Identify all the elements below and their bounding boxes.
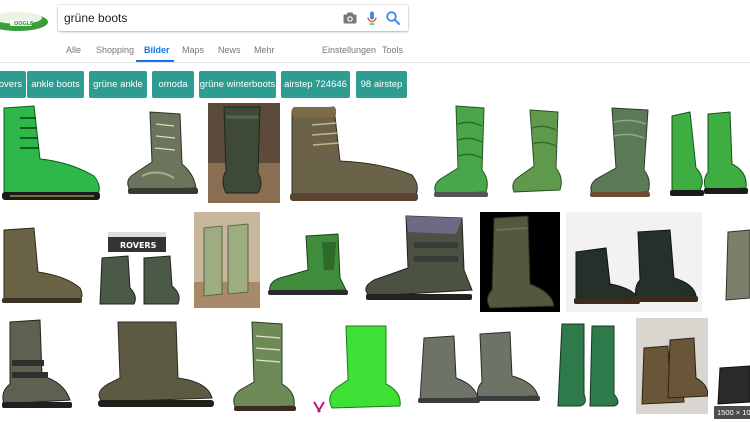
search-icon[interactable] xyxy=(385,10,401,26)
chip-gruene-winterboots[interactable]: grüne winterboots xyxy=(199,71,276,98)
image-result[interactable] xyxy=(356,212,476,310)
image-result[interactable] xyxy=(722,212,750,312)
image-result[interactable] xyxy=(0,212,86,308)
image-result[interactable] xyxy=(112,104,204,202)
partial-black-boot-image xyxy=(717,365,750,405)
image-result[interactable] xyxy=(264,212,350,308)
image-result[interactable] xyxy=(0,318,80,414)
green-leather-boot-image xyxy=(590,107,650,197)
olive-work-boot-image xyxy=(290,106,418,201)
green-chelsea-boot-image xyxy=(268,233,348,295)
tab-news[interactable]: News xyxy=(218,45,241,55)
olive-ankle-boot-image xyxy=(2,227,83,303)
green-slouch-boot-image xyxy=(434,105,488,197)
tab-alle[interactable]: Alle xyxy=(66,45,81,55)
rovers-boots-image: ROVERS xyxy=(99,232,180,305)
header-divider xyxy=(0,62,750,63)
image-result[interactable]: ROVERS xyxy=(94,212,184,308)
tab-tools[interactable]: Tools xyxy=(382,45,403,55)
chip-98-airstep[interactable]: 98 airstep xyxy=(356,71,407,98)
green-boot-image xyxy=(2,105,100,200)
rovers-label: ROVERS xyxy=(120,241,157,250)
image-result[interactable] xyxy=(666,104,750,202)
image-result[interactable] xyxy=(712,318,750,414)
olive-boot-image xyxy=(127,111,198,194)
chip-airstep-724646[interactable]: airstep 724646 xyxy=(281,71,350,98)
brown-hiking-boots-image xyxy=(641,337,708,405)
image-result[interactable] xyxy=(194,212,260,308)
black-combat-boots-image xyxy=(574,229,698,304)
image-result[interactable] xyxy=(480,212,560,312)
studded-boot-image xyxy=(2,319,72,408)
green-slouch-boot-image xyxy=(512,109,562,193)
chip-gruene-ankle[interactable]: grüne ankle xyxy=(89,71,147,98)
worn-green-boot-image xyxy=(208,106,280,203)
sheepskin-boots-image xyxy=(194,223,260,308)
tab-shopping[interactable]: Shopping xyxy=(96,45,134,55)
neon-green-boot-image xyxy=(310,325,401,414)
image-result[interactable] xyxy=(430,104,496,202)
tab-einstellungen[interactable]: Einstellungen xyxy=(322,45,376,55)
svg-text:OOGLE: OOGLE xyxy=(14,21,34,27)
image-result[interactable] xyxy=(306,318,406,414)
image-size-badge: 1500 × 1000 xyxy=(714,406,750,419)
image-result[interactable] xyxy=(286,103,422,205)
chip-ankle-boots[interactable]: ankle boots xyxy=(27,71,84,98)
image-result[interactable] xyxy=(506,104,572,202)
search-input[interactable] xyxy=(64,9,324,27)
image-result[interactable] xyxy=(226,318,302,414)
grey-lace-boots-image xyxy=(418,331,540,403)
olive-suede-boot-image xyxy=(98,321,214,407)
image-result[interactable] xyxy=(636,318,708,414)
tab-mehr[interactable]: Mehr xyxy=(254,45,275,55)
chip-overs[interactable]: overs xyxy=(0,71,26,98)
search-tabs: Alle Shopping Bilder Maps News Mehr Eins… xyxy=(0,45,750,63)
search-box xyxy=(58,5,408,31)
google-logo[interactable]: OOGLE xyxy=(0,9,48,31)
tab-maps[interactable]: Maps xyxy=(182,45,204,55)
image-result[interactable] xyxy=(550,318,630,414)
image-result[interactable] xyxy=(208,103,280,203)
green-lace-boots-image xyxy=(670,111,748,196)
camera-icon[interactable] xyxy=(342,10,358,26)
olive-tall-boot-image xyxy=(486,215,555,309)
dark-green-buckle-boot-image xyxy=(365,215,473,300)
green-laced-boot-image xyxy=(233,321,296,411)
image-result[interactable] xyxy=(566,212,702,312)
chip-omoda[interactable]: omoda xyxy=(152,71,194,98)
image-result[interactable] xyxy=(410,318,544,414)
microphone-icon[interactable] xyxy=(364,10,380,26)
partial-boot-image xyxy=(725,229,750,301)
green-rain-boots-image xyxy=(557,323,619,407)
image-result[interactable] xyxy=(0,104,108,202)
tab-bilder[interactable]: Bilder xyxy=(144,45,170,55)
image-result[interactable] xyxy=(582,104,660,202)
image-result[interactable] xyxy=(88,318,220,414)
